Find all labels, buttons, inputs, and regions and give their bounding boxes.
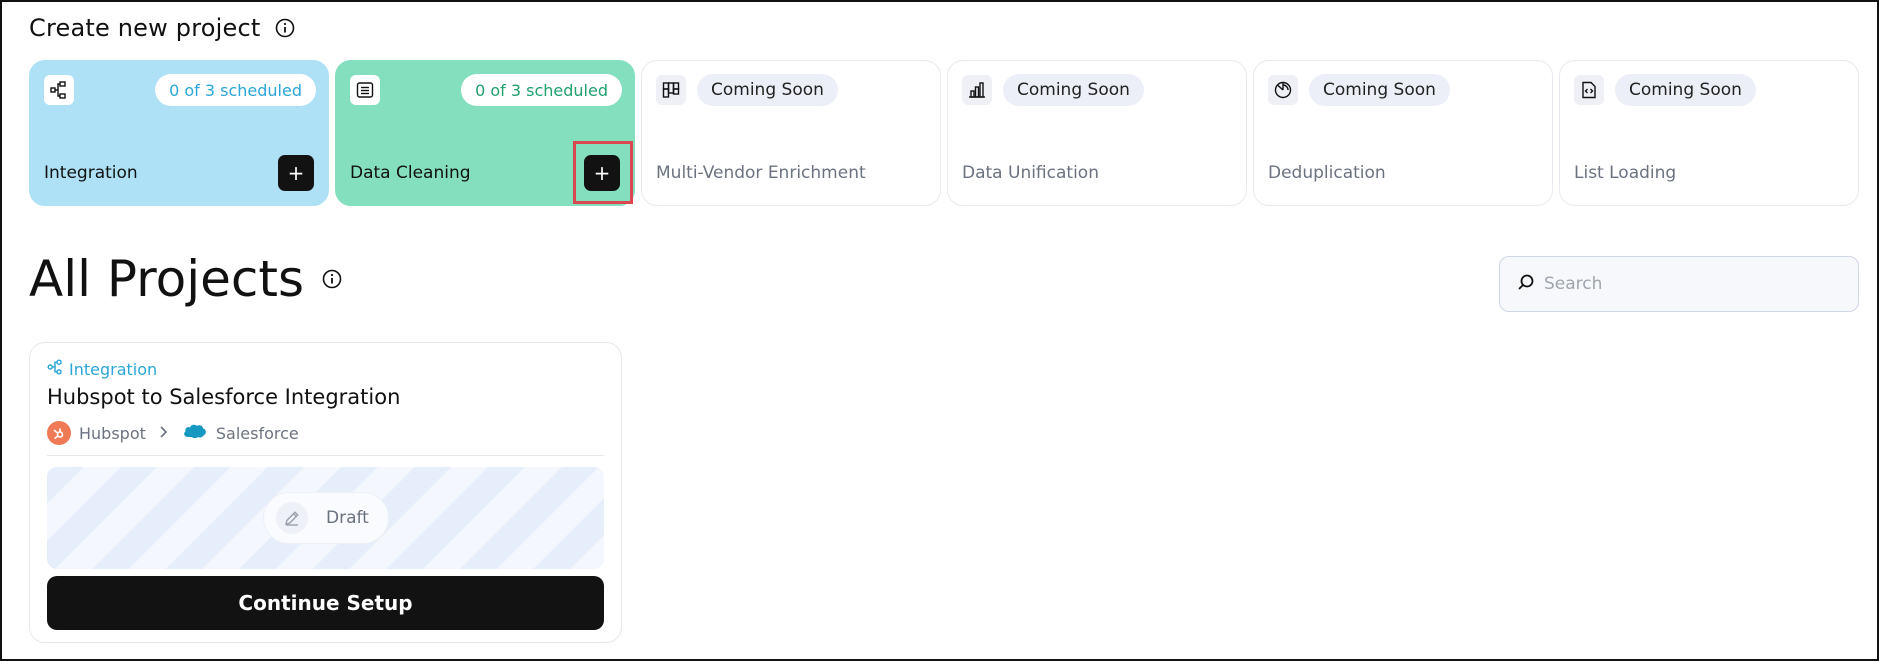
project-connection: Hubspot Salesforce	[47, 421, 299, 445]
destination-name: Salesforce	[215, 423, 299, 443]
search-box[interactable]	[1499, 256, 1859, 312]
grid-blocks-icon	[656, 75, 686, 105]
card-label: Data Cleaning	[350, 163, 471, 183]
project-card: Integration Hubspot to Salesforce Integr…	[29, 342, 622, 643]
card-multi-vendor-enrichment: Coming Soon Multi-Vendor Enrichment	[641, 60, 941, 206]
card-label: Data Unification	[962, 163, 1099, 183]
project-name: Hubspot to Salesforce Integration	[47, 385, 401, 409]
pencil-icon	[276, 502, 308, 534]
card-integration[interactable]: 0 of 3 scheduled Integration +	[29, 60, 329, 206]
bar-chart-icon	[962, 75, 992, 105]
highlight-box	[573, 141, 633, 204]
code-file-icon	[1574, 75, 1604, 105]
scheduled-badge: 0 of 3 scheduled	[155, 74, 316, 106]
create-project-title: Create new project	[29, 14, 261, 42]
card-label: List Loading	[1574, 163, 1677, 183]
card-deduplication: Coming Soon Deduplication	[1253, 60, 1553, 206]
salesforce-logo-icon	[182, 421, 208, 445]
scheduled-badge: 0 of 3 scheduled	[461, 74, 622, 106]
all-projects-title: All Projects	[29, 250, 304, 308]
coming-soon-badge: Coming Soon	[697, 74, 838, 106]
search-icon	[1516, 272, 1536, 296]
divider	[47, 455, 604, 456]
create-project-header: Create new project	[29, 14, 295, 42]
status-badge: Draft	[263, 492, 389, 544]
card-label: Integration	[44, 163, 138, 183]
hubspot-logo-icon	[47, 421, 71, 445]
info-circle-icon[interactable]	[322, 269, 342, 289]
status-area: Draft	[47, 467, 604, 569]
document-lines-icon	[350, 75, 380, 105]
card-label: Multi-Vendor Enrichment	[656, 163, 866, 183]
all-projects-header: All Projects	[29, 250, 342, 308]
chevron-right-icon	[158, 424, 170, 443]
project-type-cards: 0 of 3 scheduled Integration + 0 of 3 sc…	[29, 60, 1859, 206]
card-label: Deduplication	[1268, 163, 1386, 183]
card-list-loading: Coming Soon List Loading	[1559, 60, 1859, 206]
info-circle-icon[interactable]	[275, 18, 295, 38]
coming-soon-badge: Coming Soon	[1003, 74, 1144, 106]
integration-flow-icon	[44, 75, 74, 105]
project-type-label: Integration	[69, 359, 158, 379]
status-label: Draft	[326, 508, 369, 528]
pie-chart-icon	[1268, 75, 1298, 105]
coming-soon-badge: Coming Soon	[1309, 74, 1450, 106]
card-data-unification: Coming Soon Data Unification	[947, 60, 1247, 206]
project-type: Integration	[47, 359, 157, 379]
source-name: Hubspot	[79, 423, 146, 443]
coming-soon-badge: Coming Soon	[1615, 74, 1756, 106]
search-input[interactable]	[1544, 274, 1844, 294]
continue-setup-button[interactable]: Continue Setup	[47, 576, 604, 630]
integration-flow-icon	[47, 359, 63, 379]
add-integration-button[interactable]: +	[278, 155, 314, 191]
